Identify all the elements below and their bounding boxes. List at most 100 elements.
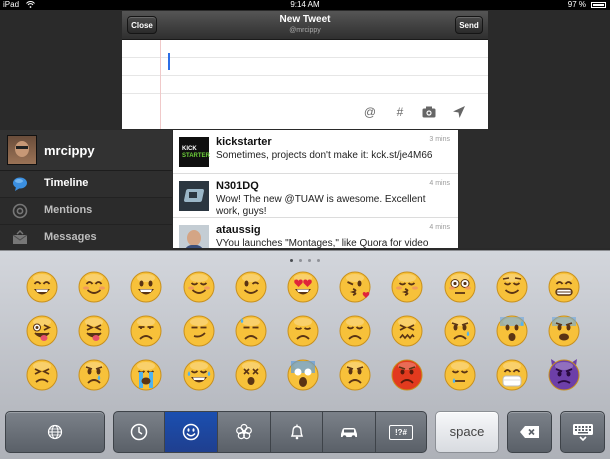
category-recent[interactable] <box>113 411 165 453</box>
emoji-unamused[interactable] <box>130 315 162 347</box>
emoji-rage[interactable] <box>391 359 423 391</box>
emoji-scream[interactable] <box>287 359 319 391</box>
envelope-icon <box>12 230 28 244</box>
page-title: New Tweet <box>279 14 331 25</box>
tweet-text-area[interactable] <box>122 40 488 102</box>
tweet-row[interactable]: N301DQ 4 mins Wow! The new @TUAW is awes… <box>173 174 458 218</box>
category-objects[interactable] <box>271 411 323 453</box>
page-dot <box>317 259 320 263</box>
paper-margin-line <box>160 40 161 129</box>
dismiss-keyboard-key[interactable] <box>560 411 605 453</box>
emoji-sweat[interactable] <box>235 315 267 347</box>
speech-bubble-icon <box>13 177 27 191</box>
kickstarter-avatar: KICK STARTER <box>179 137 210 167</box>
emoji-smirk[interactable] <box>183 315 215 347</box>
recent-clock-icon <box>130 423 148 441</box>
ataussig-avatar <box>179 225 209 248</box>
emoji-cry[interactable] <box>78 359 110 391</box>
tweet-text-body: Wow! The new @TUAW is awesome. Excellent… <box>216 194 426 217</box>
text-caret <box>168 53 170 70</box>
emoji-disappointed-relieved[interactable] <box>444 315 476 347</box>
backspace-icon <box>519 426 539 438</box>
category-symbols[interactable]: !?# <box>376 411 427 453</box>
tweet-row[interactable]: KICK STARTER kickstarter 3 mins Sometime… <box>173 130 458 174</box>
page-indicator <box>0 252 610 263</box>
logo-text-starter: STARTER <box>182 153 210 159</box>
emoji-confounded[interactable] <box>391 315 423 347</box>
compose-navbar: Close New Tweet @mrcippy Send <box>122 11 488 40</box>
profile-username: mrcippy <box>44 143 95 158</box>
people-smile-icon <box>182 423 200 441</box>
emoji-relaxed[interactable] <box>183 271 215 303</box>
battery-percent: 97 % <box>567 0 586 9</box>
car-icon <box>341 428 357 439</box>
sidebar-item-mentions[interactable]: Mentions <box>0 198 172 225</box>
emoji-keyboard: !?# space <box>0 250 610 459</box>
category-people[interactable] <box>165 411 218 453</box>
send-button[interactable]: Send <box>455 16 483 34</box>
tweet-time: 4 mins <box>429 224 450 231</box>
emoji-grinning[interactable] <box>26 271 58 303</box>
emoji-sleepy[interactable] <box>444 359 476 391</box>
emoji-flushed[interactable] <box>444 271 476 303</box>
emoji-wink[interactable] <box>235 271 267 303</box>
tweet-text: VYou launches "Montages," like Quora for… <box>216 238 451 248</box>
sidebar-item-messages[interactable]: Messages <box>0 225 172 252</box>
bell-icon <box>290 424 303 440</box>
tweet-author: N301DQ <box>216 180 259 192</box>
emoji-smiley[interactable] <box>130 271 162 303</box>
compose-account: @mrcippy <box>289 27 321 34</box>
n301dq-avatar <box>179 181 209 211</box>
globe-key[interactable] <box>5 411 105 453</box>
emoji-pensive[interactable] <box>287 315 319 347</box>
tweet-text: Wow! The new @TUAW is awesome. Excellent… <box>216 194 451 218</box>
profile-header[interactable]: mrcippy <box>0 130 172 171</box>
emoji-kissing-closed-eyes[interactable] <box>391 271 423 303</box>
sidebar-item-timeline[interactable]: Timeline <box>0 171 172 198</box>
space-key[interactable]: space <box>435 411 499 453</box>
sidebar-item-label: Timeline <box>44 177 89 189</box>
at-sign-icon <box>12 203 28 219</box>
tweet-author: kickstarter <box>216 136 272 148</box>
flower-icon <box>236 423 252 440</box>
emoji-persevere[interactable] <box>26 359 58 391</box>
tweet-time: 4 mins <box>429 180 450 187</box>
page-dot-active <box>290 259 293 263</box>
right-panel-background <box>458 130 610 248</box>
mention-button[interactable]: @ <box>362 104 378 120</box>
status-time: 9:14 AM <box>290 0 320 9</box>
symbols-icon: !?# <box>389 425 413 440</box>
emoji-stuck-out-tongue-winking-eye[interactable] <box>26 315 58 347</box>
emoji-joy[interactable] <box>183 359 215 391</box>
hashtag-button[interactable]: # <box>392 104 408 120</box>
tweet-text-body: VYou launches "Montages," like Quora for… <box>216 238 429 248</box>
avatar <box>7 135 37 165</box>
location-arrow-icon[interactable] <box>451 104 467 120</box>
sidebar-item-label: Mentions <box>44 204 93 216</box>
emoji-cold-sweat[interactable] <box>496 315 528 347</box>
emoji-grin[interactable] <box>548 271 580 303</box>
emoji-sob[interactable] <box>130 359 162 391</box>
logo-text-kick: KICK <box>182 146 197 152</box>
category-nature[interactable] <box>218 411 271 453</box>
category-places[interactable] <box>323 411 376 453</box>
emoji-imp[interactable] <box>548 359 580 391</box>
keyboard-dismiss-icon <box>572 424 593 441</box>
emoji-stuck-out-tongue-closed-eyes[interactable] <box>78 315 110 347</box>
emoji-astonished[interactable] <box>235 359 267 391</box>
delete-key[interactable] <box>507 411 552 453</box>
emoji-fearful[interactable] <box>548 315 580 347</box>
page-dot <box>299 259 302 263</box>
emoji-mask[interactable] <box>496 359 528 391</box>
emoji-heart-eyes[interactable] <box>287 271 319 303</box>
camera-icon[interactable] <box>421 104 437 120</box>
emoji-relieved[interactable] <box>496 271 528 303</box>
emoji-smile[interactable] <box>78 271 110 303</box>
emoji-disappointed[interactable] <box>339 315 371 347</box>
status-bar: iPad 9:14 AM 97 % <box>0 0 610 10</box>
emoji-kissing-heart[interactable] <box>339 271 371 303</box>
tweet-row[interactable]: ataussig 4 mins VYou launches "Montages,… <box>173 218 458 248</box>
battery-icon <box>591 2 606 8</box>
sidebar: mrcippy Timeline Mentions Messages <box>0 130 172 252</box>
emoji-angry[interactable] <box>339 359 371 391</box>
